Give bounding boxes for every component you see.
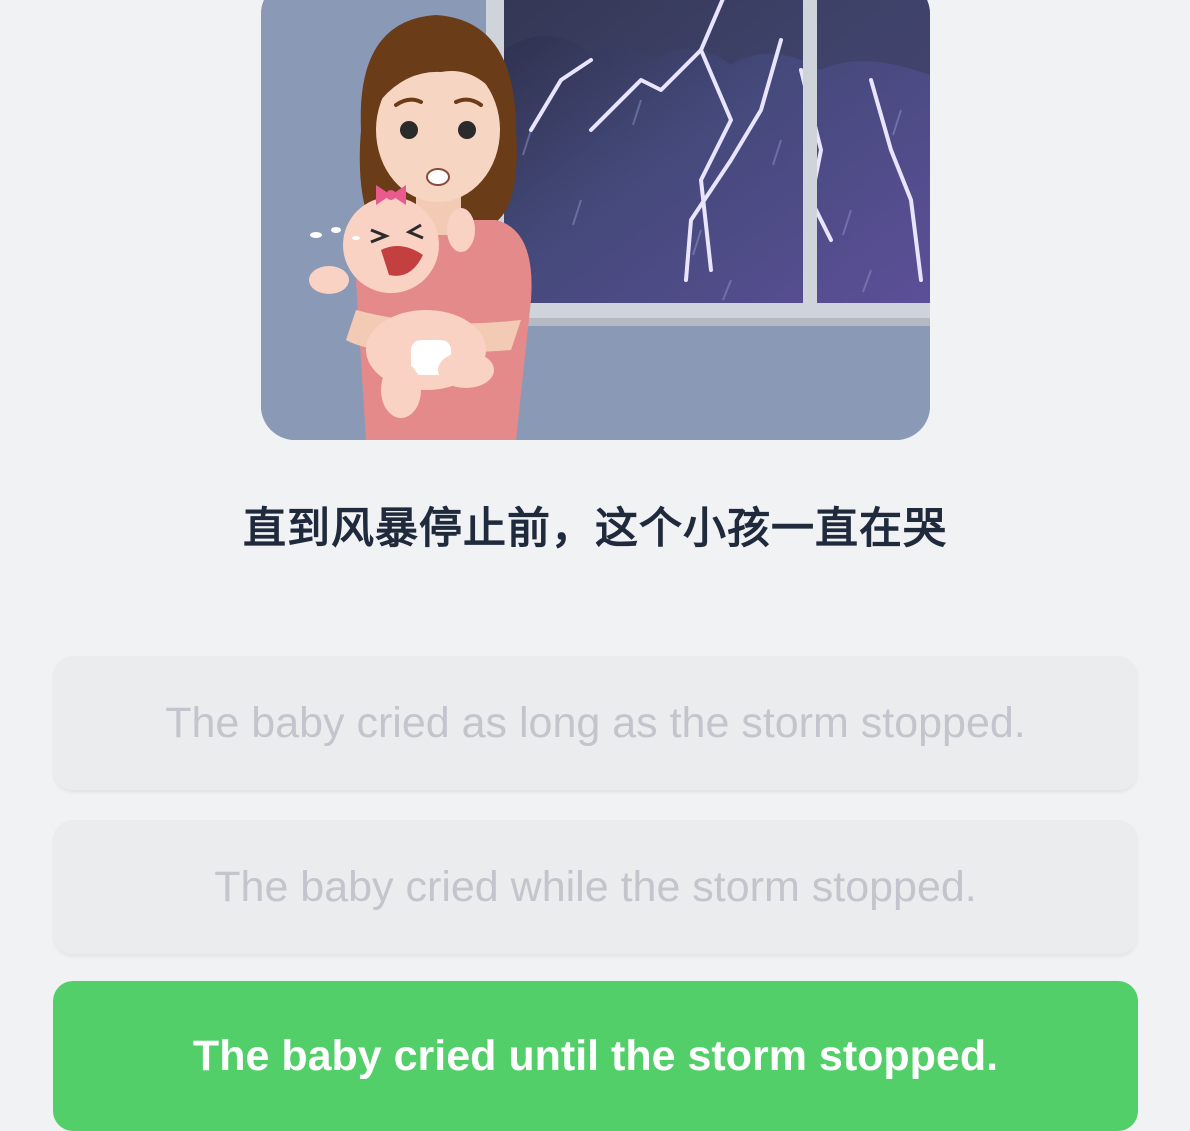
- answer-option-3-correct[interactable]: The baby cried until the storm stopped.: [53, 981, 1138, 1131]
- answer-option-2[interactable]: The baby cried while the storm stopped.: [53, 820, 1138, 954]
- storm-illustration: [261, 0, 930, 440]
- answer-option-1[interactable]: The baby cried as long as the storm stop…: [53, 656, 1138, 790]
- question-prompt: 直到风暴停止前，这个小孩一直在哭: [243, 504, 947, 554]
